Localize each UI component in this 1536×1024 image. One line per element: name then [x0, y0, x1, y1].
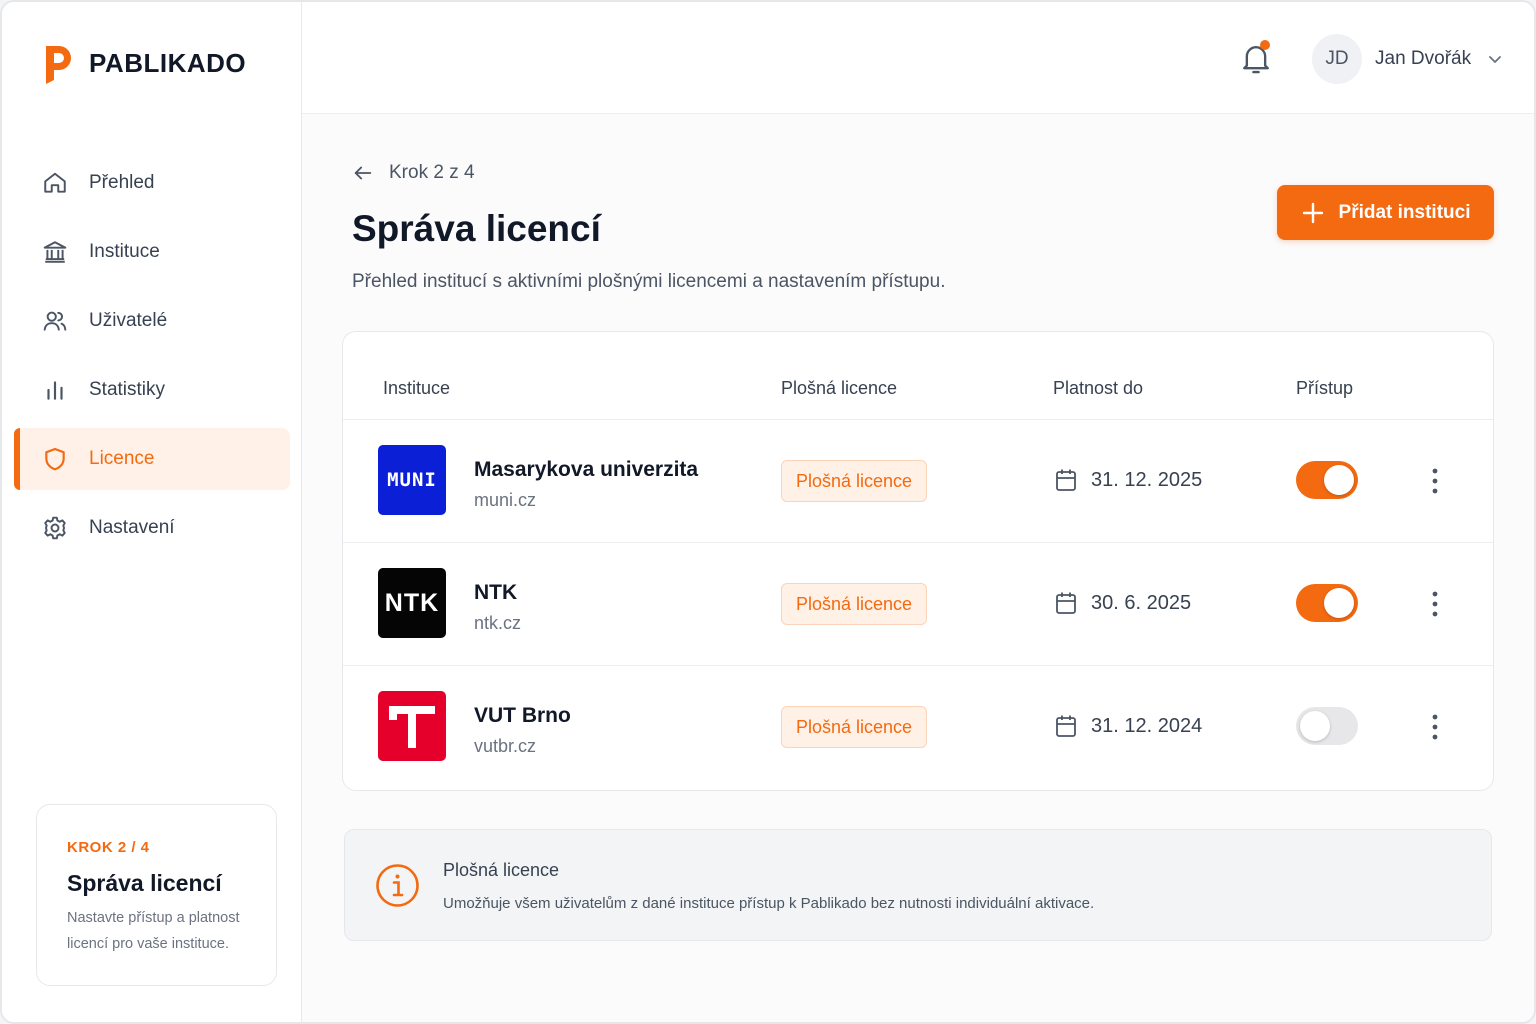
topbar: JD Jan Dvořák [302, 2, 1534, 114]
calendar-icon [1056, 469, 1076, 491]
valid-until: 30. 6. 2025 [1055, 591, 1191, 615]
valid-until: 31. 12. 2025 [1055, 468, 1202, 492]
calendar-icon [1056, 715, 1076, 737]
institution-name: VUT Brno [474, 704, 571, 727]
license-badge: Plošná licence [781, 583, 928, 625]
sidebar: PABLIKADO Přehled Instituce Uživatelé St… [2, 2, 302, 1022]
column-header-valid-until: Platnost do [1053, 378, 1144, 398]
column-header-license: Plošná licence [781, 378, 898, 398]
vut-logo-icon [389, 706, 435, 748]
institution-domain: ntk.cz [474, 613, 522, 633]
step-card-description: Nastavte přístup a platnost licencí pro … [67, 910, 240, 952]
page-subtitle: Přehled institucí s aktivními plošnými l… [352, 271, 946, 292]
calendar-icon [1056, 592, 1076, 614]
user-name: Jan Dvořák [1375, 48, 1472, 69]
access-toggle[interactable] [1296, 584, 1358, 622]
page-title: Správa licencí [352, 208, 601, 249]
more-options-icon[interactable] [1421, 712, 1449, 742]
access-toggle[interactable] [1296, 707, 1358, 745]
plus-icon [1302, 202, 1323, 223]
bank-icon [42, 239, 68, 265]
sidebar-item-prehled[interactable]: Přehled [14, 152, 290, 214]
avatar: JD [1312, 34, 1362, 84]
brand[interactable]: PABLIKADO [42, 42, 246, 84]
valid-until-date: 31. 12. 2025 [1091, 468, 1203, 491]
institution-domain: vutbr.cz [474, 736, 537, 756]
table-header: Instituce Plošná licence Platnost do Pří… [343, 332, 1493, 420]
more-options-icon[interactable] [1421, 466, 1449, 496]
license-badge: Plošná licence [781, 706, 928, 748]
main-content: Krok 2 z 4 Správa licencí Přehled instit… [302, 114, 1534, 1022]
brand-name: PABLIKADO [89, 47, 247, 78]
access-toggle[interactable] [1296, 461, 1358, 499]
arrow-left-icon [354, 166, 372, 180]
sidebar-item-label: Statistiky [89, 379, 166, 400]
sidebar-item-statistiky[interactable]: Statistiky [14, 359, 290, 421]
sidebar-item-nastaveni[interactable]: Nastavení [14, 497, 290, 559]
institution-domain: muni.cz [474, 490, 537, 510]
step-card-title: Správa licencí [67, 870, 222, 896]
sidebar-item-label: Licence [89, 448, 155, 469]
notification-dot [1260, 40, 1270, 50]
sidebar-nav: Přehled Instituce Uživatelé Statistiky L… [14, 152, 290, 566]
chevron-down-icon [1489, 56, 1502, 63]
institution-logo: MUNI [378, 445, 446, 515]
gear-icon [42, 515, 68, 541]
license-table: Instituce Plošná licence Platnost do Pří… [342, 331, 1494, 791]
institution-logo [378, 691, 446, 761]
home-icon [42, 170, 68, 196]
more-options-icon[interactable] [1421, 589, 1449, 619]
sidebar-item-label: Uživatelé [89, 310, 168, 331]
sidebar-item-instituce[interactable]: Instituce [14, 221, 290, 283]
toggle-knob [1300, 711, 1330, 741]
toggle-knob [1324, 588, 1354, 618]
step-card-label: KROK 2 / 4 [67, 839, 150, 856]
valid-until: 31. 12. 2024 [1055, 714, 1202, 738]
toggle-knob [1324, 465, 1354, 495]
back-link[interactable]: Krok 2 z 4 [352, 162, 475, 184]
sidebar-item-label: Nastavení [89, 517, 175, 538]
column-header-instituce: Instituce [383, 378, 451, 398]
user-menu[interactable]: JD Jan Dvořák [1312, 34, 1503, 84]
add-institution-button[interactable]: Přidat instituci [1277, 185, 1494, 240]
table-row: VUT Brno vutbr.cz Plošná licence 31. 12.… [343, 666, 1493, 789]
app-window: PABLIKADO Přehled Instituce Uživatelé St… [0, 0, 1536, 1024]
sidebar-item-label: Přehled [89, 172, 155, 193]
info-title: Plošná licence [443, 860, 560, 880]
valid-until-date: 30. 6. 2025 [1091, 591, 1192, 614]
bar-chart-icon [42, 377, 68, 403]
valid-until-date: 31. 12. 2024 [1091, 714, 1203, 737]
pablikado-logo-icon [46, 46, 71, 84]
license-badge: Plošná licence [781, 460, 928, 502]
sidebar-item-licence[interactable]: Licence [14, 428, 290, 490]
institution-name: Masarykova univerzita [474, 458, 699, 481]
info-box: Plošná licence Umožňuje všem uživatelům … [344, 829, 1492, 941]
shield-icon [42, 446, 68, 472]
back-label: Krok 2 z 4 [389, 162, 475, 183]
sidebar-item-uzivatele[interactable]: Uživatelé [14, 290, 290, 352]
users-icon [42, 308, 68, 334]
sidebar-item-label: Instituce [89, 241, 160, 262]
institution-name: NTK [474, 581, 518, 604]
info-text: Umožňuje všem uživatelům z dané instituc… [443, 895, 1095, 912]
column-header-access: Přístup [1296, 378, 1354, 398]
table-row: NTK NTK ntk.cz Plošná licence 30. 6. 202… [343, 543, 1493, 666]
add-institution-label: Přidat instituci [1338, 201, 1471, 223]
info-icon [376, 864, 419, 907]
table-row: MUNI Masarykova univerzita muni.cz Plošn… [343, 420, 1493, 543]
institution-logo: NTK [378, 568, 446, 638]
logo-text: NTK [384, 588, 440, 617]
step-card: KROK 2 / 4 Správa licencí Nastavte příst… [36, 804, 277, 986]
logo-text: MUNI [387, 469, 437, 491]
